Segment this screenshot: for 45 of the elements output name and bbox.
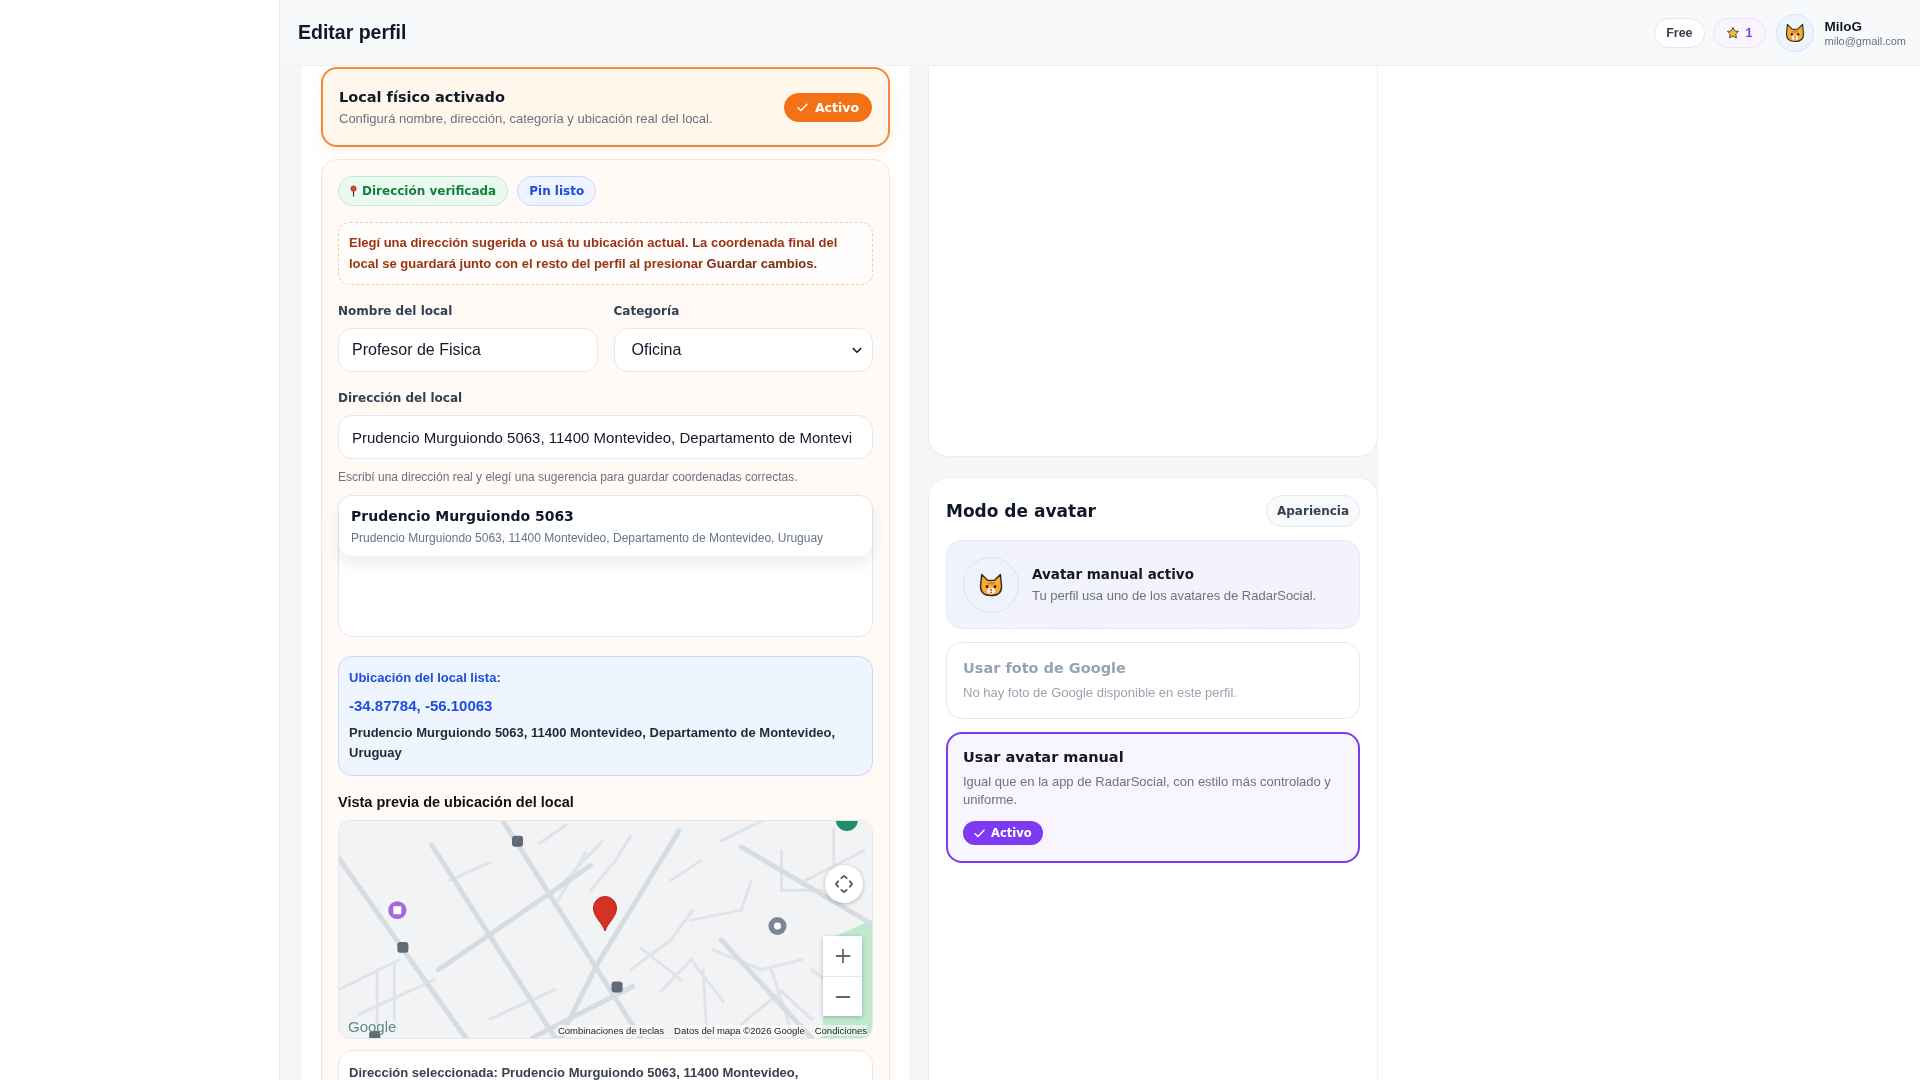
notice-text: Elegí una dirección sugerida o usá tu ubicación actual. La coordenada final del local se guardará junto con el resto del perfil al presionar Guardar cambios.	[349, 234, 839, 273]
zoom-in-button[interactable]	[823, 936, 862, 976]
summary-title: Ubicación del local lista:	[349, 670, 502, 685]
map-attribution-text: Condiciones	[814, 1025, 867, 1036]
chevron-down-icon	[852, 346, 862, 354]
field-label: Dirección del local	[338, 391, 464, 405]
expand-icon	[835, 875, 853, 893]
card-title: Local físico activado	[339, 88, 506, 105]
field-label: Nombre del local	[338, 304, 454, 318]
name-input[interactable]: Profesor de Fisica	[338, 328, 598, 372]
check-icon	[796, 102, 808, 112]
plus-icon	[834, 948, 851, 964]
section-title: Modo de avatar	[946, 501, 1096, 521]
map-pin-icon	[592, 895, 618, 932]
card-description: Configurá nombre, dirección, categoría y ubicación real del local.	[339, 110, 713, 126]
map-attribution-text: Combinaciones de teclas	[557, 1025, 665, 1036]
cat-avatar-icon[interactable]	[1775, 13, 1814, 52]
map-attribution-text: Datos del mapa ©2026 Google	[674, 1025, 805, 1036]
user-email: milo@gmail.com	[1824, 34, 1906, 47]
page-title: Editar perfil	[298, 21, 407, 44]
star-icon	[1725, 25, 1740, 40]
coordinates-text: -34.87784, -56.10063	[349, 697, 494, 714]
minus-icon	[834, 995, 851, 998]
map-section-title: Vista previa de ubicación del local	[338, 794, 575, 810]
category-select[interactable]: Oficina	[613, 328, 873, 372]
badge-label: Activo	[991, 826, 1032, 840]
current-avatar-description: Tu perfil usa uno de los avatares de RadarSocial.	[1032, 588, 1317, 603]
pin-status-badge: Pin listo	[517, 176, 597, 206]
check-icon	[974, 828, 985, 838]
pushpin-icon	[350, 185, 357, 197]
current-avatar-title: Avatar manual activo	[1032, 566, 1195, 582]
suggestion-item[interactable]: Prudencio Murguiondo 5063 Prudencio Murguiondo 5063, 11400 Montevideo, Departamento de Montevideo, Uruguay	[339, 496, 872, 556]
appearance-tag: Apariencia	[1266, 495, 1360, 527]
address-input[interactable]: Prudencio Murguiondo 5063, 11400 Montevideo, Departamento de Montevi	[338, 415, 873, 459]
cat-avatar-icon	[963, 556, 1019, 613]
field-label: Categoría	[613, 304, 681, 318]
selected-address-text: Dirección seleccionada: Prudencio Murguiondo 5063, 11400 Montevideo,	[349, 1065, 799, 1080]
badge-label: Dirección verificada	[362, 184, 497, 198]
star-count: 1	[1745, 25, 1753, 40]
user-name: MiloG	[1824, 18, 1864, 34]
map-logo: Google	[348, 1018, 397, 1035]
summary-address: Prudencio Murguiondo 5063, 11400 Montevideo, Departamento de Montevideo, Uruguay	[349, 724, 837, 762]
avatar-option[interactable]: Usar avatar manual Igual que en la app de RadarSocial, con estilo más controlado y uniforme. Activo	[946, 732, 1360, 863]
plan-badge: Free	[1654, 17, 1705, 48]
field-hint: Escribí una dirección real y elegí una sugerencia para guardar coordenadas correctas.	[338, 470, 799, 484]
